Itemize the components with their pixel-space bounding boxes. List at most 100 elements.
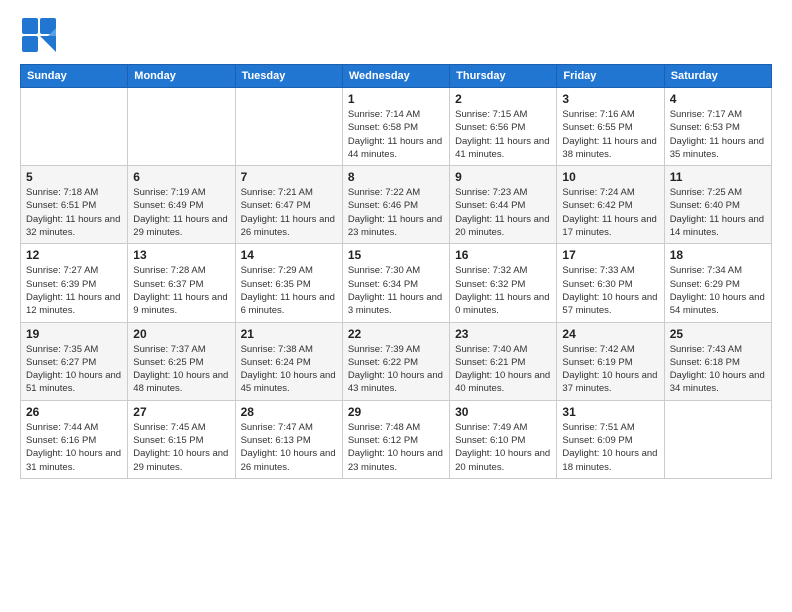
calendar-cell: 5Sunrise: 7:18 AMSunset: 6:51 PMDaylight… [21, 166, 128, 244]
day-number: 31 [562, 405, 658, 419]
calendar-week-2: 12Sunrise: 7:27 AMSunset: 6:39 PMDayligh… [21, 244, 772, 322]
calendar-cell: 30Sunrise: 7:49 AMSunset: 6:10 PMDayligh… [450, 400, 557, 478]
calendar-cell: 26 Sunrise: 7:44 AMSunset: 6:16 PMDayligh… [21, 400, 128, 478]
day-number: 9 [455, 170, 551, 184]
calendar-cell: 18 Sunrise: 7:34 AMSunset: 6:29 PMDayligh… [664, 244, 771, 322]
calendar-week-3: 19 Sunrise: 7:35 AMSunset: 6:27 PMDayligh… [21, 322, 772, 400]
calendar-cell: 23 Sunrise: 7:40 AMSunset: 6:21 PMDayligh… [450, 322, 557, 400]
day-number: 6 [133, 170, 229, 184]
day-info: Sunrise: 7:40 AMSunset: 6:21 PMDaylight:… [455, 343, 551, 396]
day-number: 19 [26, 327, 122, 341]
calendar-cell: 20Sunrise: 7:37 AMSunset: 6:25 PMDayligh… [128, 322, 235, 400]
day-number: 24 [562, 327, 658, 341]
day-number: 15 [348, 248, 444, 262]
calendar-cell: 29 Sunrise: 7:48 AMSunset: 6:12 PMDayligh… [342, 400, 449, 478]
day-info: Sunrise: 7:28 AMSunset: 6:37 PMDaylight:… [133, 264, 229, 317]
calendar-cell: 24 Sunrise: 7:42 AMSunset: 6:19 PMDayligh… [557, 322, 664, 400]
calendar-header-monday: Monday [128, 65, 235, 88]
calendar-cell: 13 Sunrise: 7:28 AMSunset: 6:37 PMDayligh… [128, 244, 235, 322]
calendar-cell: 9 Sunrise: 7:23 AMSunset: 6:44 PMDaylight… [450, 166, 557, 244]
day-number: 14 [241, 248, 337, 262]
calendar-cell: 12Sunrise: 7:27 AMSunset: 6:39 PMDayligh… [21, 244, 128, 322]
day-info: Sunrise: 7:19 AMSunset: 6:49 PMDaylight:… [133, 186, 229, 239]
day-number: 20 [133, 327, 229, 341]
day-number: 25 [670, 327, 766, 341]
day-number: 22 [348, 327, 444, 341]
calendar-header-saturday: Saturday [664, 65, 771, 88]
day-info: Sunrise: 7:30 AMSunset: 6:34 PMDaylight:… [348, 264, 444, 317]
day-info: Sunrise: 7:35 AMSunset: 6:27 PMDaylight:… [26, 343, 122, 396]
day-number: 11 [670, 170, 766, 184]
day-info: Sunrise: 7:23 AMSunset: 6:44 PMDaylight:… [455, 186, 551, 239]
calendar-header-row: SundayMondayTuesdayWednesdayThursdayFrid… [21, 65, 772, 88]
calendar-cell: 1 Sunrise: 7:14 AMSunset: 6:58 PMDaylight… [342, 88, 449, 166]
day-number: 16 [455, 248, 551, 262]
day-info: Sunrise: 7:27 AMSunset: 6:39 PMDaylight:… [26, 264, 122, 317]
calendar-cell: 7 Sunrise: 7:21 AMSunset: 6:47 PMDaylight… [235, 166, 342, 244]
calendar-cell [128, 88, 235, 166]
calendar-cell [664, 400, 771, 478]
day-number: 26 [26, 405, 122, 419]
day-info: Sunrise: 7:17 AMSunset: 6:53 PMDaylight:… [670, 108, 766, 161]
day-info: Sunrise: 7:15 AMSunset: 6:56 PMDaylight:… [455, 108, 551, 161]
day-info: Sunrise: 7:45 AMSunset: 6:15 PMDaylight:… [133, 421, 229, 474]
day-number: 28 [241, 405, 337, 419]
day-number: 1 [348, 92, 444, 106]
calendar-week-1: 5Sunrise: 7:18 AMSunset: 6:51 PMDaylight… [21, 166, 772, 244]
day-info: Sunrise: 7:29 AMSunset: 6:35 PMDaylight:… [241, 264, 337, 317]
calendar-header-wednesday: Wednesday [342, 65, 449, 88]
day-number: 10 [562, 170, 658, 184]
calendar-cell: 8Sunrise: 7:22 AMSunset: 6:46 PMDaylight… [342, 166, 449, 244]
day-info: Sunrise: 7:44 AMSunset: 6:16 PMDaylight:… [26, 421, 122, 474]
calendar-cell: 27 Sunrise: 7:45 AMSunset: 6:15 PMDayligh… [128, 400, 235, 478]
calendar-cell: 15 Sunrise: 7:30 AMSunset: 6:34 PMDayligh… [342, 244, 449, 322]
day-number: 7 [241, 170, 337, 184]
day-info: Sunrise: 7:43 AMSunset: 6:18 PMDaylight:… [670, 343, 766, 396]
page: SundayMondayTuesdayWednesdayThursdayFrid… [0, 0, 792, 612]
day-number: 2 [455, 92, 551, 106]
calendar-cell: 21 Sunrise: 7:38 AMSunset: 6:24 PMDayligh… [235, 322, 342, 400]
day-number: 23 [455, 327, 551, 341]
day-number: 8 [348, 170, 444, 184]
day-info: Sunrise: 7:33 AMSunset: 6:30 PMDaylight:… [562, 264, 658, 317]
calendar-week-0: 1 Sunrise: 7:14 AMSunset: 6:58 PMDaylight… [21, 88, 772, 166]
day-number: 17 [562, 248, 658, 262]
day-info: Sunrise: 7:14 AMSunset: 6:58 PMDaylight:… [348, 108, 444, 161]
day-number: 30 [455, 405, 551, 419]
day-number: 4 [670, 92, 766, 106]
calendar-table: SundayMondayTuesdayWednesdayThursdayFrid… [20, 64, 772, 479]
calendar-cell [235, 88, 342, 166]
calendar-header-sunday: Sunday [21, 65, 128, 88]
calendar-cell: 16Sunrise: 7:32 AMSunset: 6:32 PMDayligh… [450, 244, 557, 322]
day-info: Sunrise: 7:21 AMSunset: 6:47 PMDaylight:… [241, 186, 337, 239]
day-number: 18 [670, 248, 766, 262]
calendar-week-4: 26 Sunrise: 7:44 AMSunset: 6:16 PMDayligh… [21, 400, 772, 478]
day-number: 27 [133, 405, 229, 419]
day-info: Sunrise: 7:42 AMSunset: 6:19 PMDaylight:… [562, 343, 658, 396]
calendar-cell: 14 Sunrise: 7:29 AMSunset: 6:35 PMDayligh… [235, 244, 342, 322]
calendar-cell: 10Sunrise: 7:24 AMSunset: 6:42 PMDayligh… [557, 166, 664, 244]
day-number: 29 [348, 405, 444, 419]
calendar-header-friday: Friday [557, 65, 664, 88]
calendar-cell: 25 Sunrise: 7:43 AMSunset: 6:18 PMDayligh… [664, 322, 771, 400]
day-info: Sunrise: 7:34 AMSunset: 6:29 PMDaylight:… [670, 264, 766, 317]
calendar-cell: 19 Sunrise: 7:35 AMSunset: 6:27 PMDayligh… [21, 322, 128, 400]
calendar-header-thursday: Thursday [450, 65, 557, 88]
calendar-cell [21, 88, 128, 166]
calendar-cell: 22Sunrise: 7:39 AMSunset: 6:22 PMDayligh… [342, 322, 449, 400]
day-info: Sunrise: 7:47 AMSunset: 6:13 PMDaylight:… [241, 421, 337, 474]
calendar-cell: 11Sunrise: 7:25 AMSunset: 6:40 PMDayligh… [664, 166, 771, 244]
calendar-cell: 2 Sunrise: 7:15 AMSunset: 6:56 PMDaylight… [450, 88, 557, 166]
logo [20, 16, 60, 54]
day-info: Sunrise: 7:48 AMSunset: 6:12 PMDaylight:… [348, 421, 444, 474]
header [20, 16, 772, 54]
logo-icon [20, 16, 58, 54]
calendar-cell: 31Sunrise: 7:51 AMSunset: 6:09 PMDayligh… [557, 400, 664, 478]
calendar-header-tuesday: Tuesday [235, 65, 342, 88]
calendar-cell: 3Sunrise: 7:16 AMSunset: 6:55 PMDaylight… [557, 88, 664, 166]
day-info: Sunrise: 7:38 AMSunset: 6:24 PMDaylight:… [241, 343, 337, 396]
day-number: 13 [133, 248, 229, 262]
day-number: 21 [241, 327, 337, 341]
day-info: Sunrise: 7:16 AMSunset: 6:55 PMDaylight:… [562, 108, 658, 161]
day-number: 5 [26, 170, 122, 184]
